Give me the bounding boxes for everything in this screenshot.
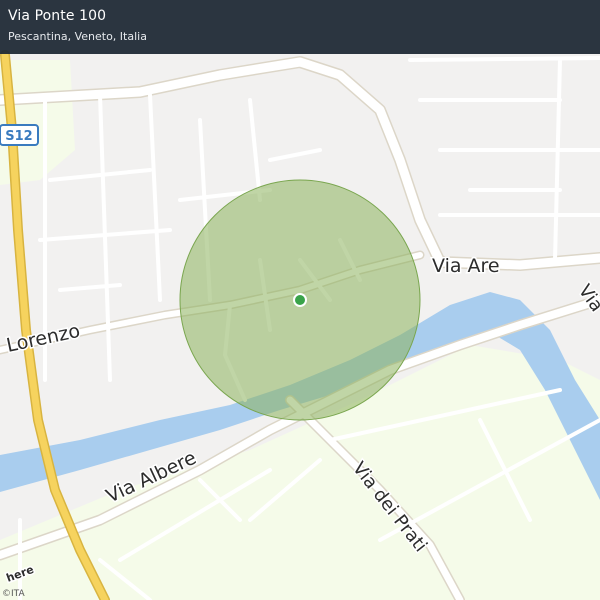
map-canvas[interactable]: S12 Via Are Lorenzo Via Albere Via dei P… [0, 0, 600, 600]
location-title: Via Ponte 100 [8, 8, 107, 24]
location-header: Via Ponte 100 Pescantina, Veneto, Italia [0, 0, 600, 54]
map-attribution: ©ITA [2, 589, 25, 599]
map-app: S12 Via Are Lorenzo Via Albere Via dei P… [0, 0, 600, 600]
location-subtitle: Pescantina, Veneto, Italia [8, 30, 147, 43]
highway-shield: S12 [0, 124, 39, 146]
street-label-via-are: Via Are [432, 255, 500, 277]
location-marker-dot [295, 295, 305, 305]
highway-shield-label: S12 [5, 129, 32, 144]
